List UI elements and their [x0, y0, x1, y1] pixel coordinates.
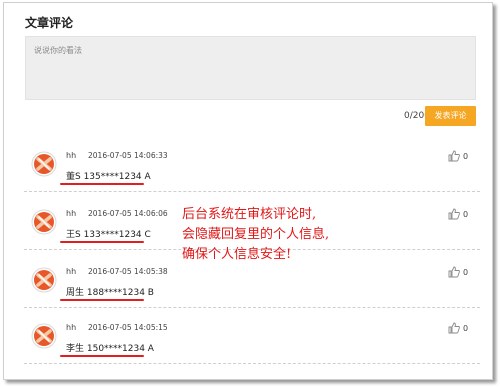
avatar	[31, 267, 57, 293]
annotation-line: 会隐藏回复里的个人信息,	[182, 227, 330, 242]
divider	[24, 307, 480, 308]
comment-text: 董S 135****1234 A	[66, 172, 151, 182]
comment-item: hh 2016-07-05 14:05:38 周生 188****1234 B …	[24, 260, 480, 310]
avatar	[31, 209, 57, 235]
like-button[interactable]: 0	[448, 150, 468, 162]
comment-timestamp: 2016-07-05 14:06:06	[88, 209, 168, 218]
comment-timestamp: 2016-07-05 14:05:38	[88, 267, 168, 276]
comment-text: 王S 133****1234 C	[66, 230, 151, 240]
like-count: 0	[463, 323, 469, 333]
comment-timestamp: 2016-07-05 14:05:15	[88, 323, 168, 332]
comment-item: hh 2016-07-05 14:05:15 李生 150****1234 A …	[24, 316, 480, 366]
highlight-underline	[60, 183, 144, 185]
comment-input[interactable]: 说说你的看法	[25, 36, 476, 100]
annotation-line: 确保个人信息安全!	[182, 247, 292, 262]
like-count: 0	[463, 151, 469, 161]
highlight-underline	[60, 241, 144, 243]
comment-username: hh	[66, 209, 77, 218]
highlight-underline	[60, 299, 144, 301]
like-count: 0	[463, 209, 469, 219]
comment-timestamp: 2016-07-05 14:06:33	[88, 151, 168, 160]
section-title: 文章评论	[25, 16, 74, 30]
comment-item: hh 2016-07-05 14:06:33 董S 135****1234 A …	[24, 144, 480, 194]
thumbs-up-icon	[448, 322, 460, 334]
comment-panel: 文章评论 说说你的看法 0/200 发表评论 hh 2016-07-05 14:…	[3, 2, 493, 380]
comment-text: 李生 150****1234 A	[66, 344, 154, 354]
annotation-line: 后台系统在审核评论时,	[182, 207, 317, 222]
avatar	[31, 323, 57, 349]
like-button[interactable]: 0	[448, 266, 468, 278]
thumbs-up-icon	[448, 266, 460, 278]
comment-username: hh	[66, 267, 77, 276]
thumbs-up-icon	[448, 208, 460, 220]
comment-text: 周生 188****1234 B	[66, 288, 154, 298]
comment-username: hh	[66, 151, 77, 160]
divider	[24, 363, 480, 364]
like-button[interactable]: 0	[448, 322, 468, 334]
like-button[interactable]: 0	[448, 208, 468, 220]
avatar	[31, 151, 57, 177]
like-count: 0	[463, 267, 469, 277]
comment-input-placeholder: 说说你的看法	[34, 46, 82, 55]
highlight-underline	[60, 355, 144, 357]
thumbs-up-icon	[448, 150, 460, 162]
comment-username: hh	[66, 323, 77, 332]
submit-comment-button[interactable]: 发表评论	[425, 106, 476, 126]
divider	[24, 191, 480, 192]
privacy-annotation: 后台系统在审核评论时, 会隐藏回复里的个人信息, 确保个人信息安全!	[182, 205, 372, 265]
